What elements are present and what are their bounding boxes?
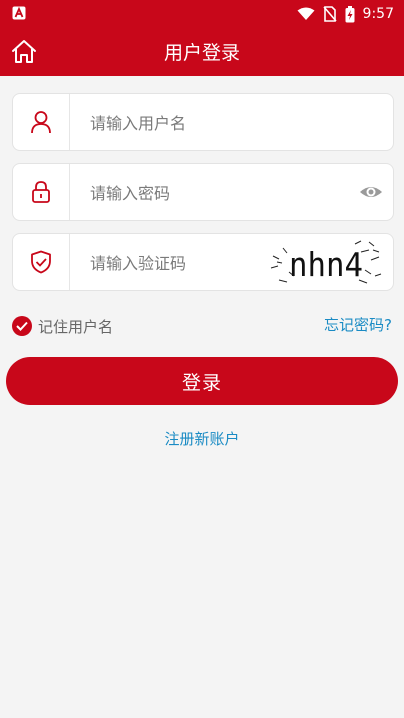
- username-input[interactable]: [88, 108, 312, 138]
- user-icon: [31, 111, 51, 134]
- eye-icon[interactable]: [359, 180, 383, 204]
- remember-checkbox[interactable]: [12, 316, 32, 336]
- app-notification-icon: [12, 6, 26, 20]
- forgot-password-link[interactable]: 忘记密码?: [324, 314, 392, 335]
- checkmark-icon: [16, 321, 28, 331]
- status-time: 9:57: [362, 6, 394, 22]
- password-input[interactable]: [88, 178, 312, 208]
- remember-label: 记住用户名: [38, 317, 114, 336]
- captcha-text: nhn4: [289, 245, 363, 284]
- password-field: [12, 163, 394, 221]
- captcha-icon-cell: [13, 234, 70, 290]
- captcha-image[interactable]: nhn4: [269, 236, 385, 288]
- battery-charging-icon: [345, 5, 355, 22]
- lock-icon: [32, 181, 50, 203]
- register-link[interactable]: 注册新账户: [0, 428, 404, 449]
- remember-username[interactable]: 记住用户名: [12, 314, 113, 338]
- captcha-field: nhn4: [12, 233, 394, 291]
- username-field: [12, 93, 394, 151]
- username-icon-cell: [13, 94, 70, 150]
- login-button[interactable]: 登录: [6, 357, 398, 405]
- status-bar: 9:57: [0, 0, 404, 28]
- password-icon-cell: [13, 164, 70, 220]
- wifi-icon: [297, 7, 315, 20]
- app-header: 用户登录: [0, 28, 404, 76]
- page-title: 用户登录: [163, 42, 240, 64]
- no-sim-icon: [322, 6, 337, 22]
- shield-check-icon: [31, 250, 51, 274]
